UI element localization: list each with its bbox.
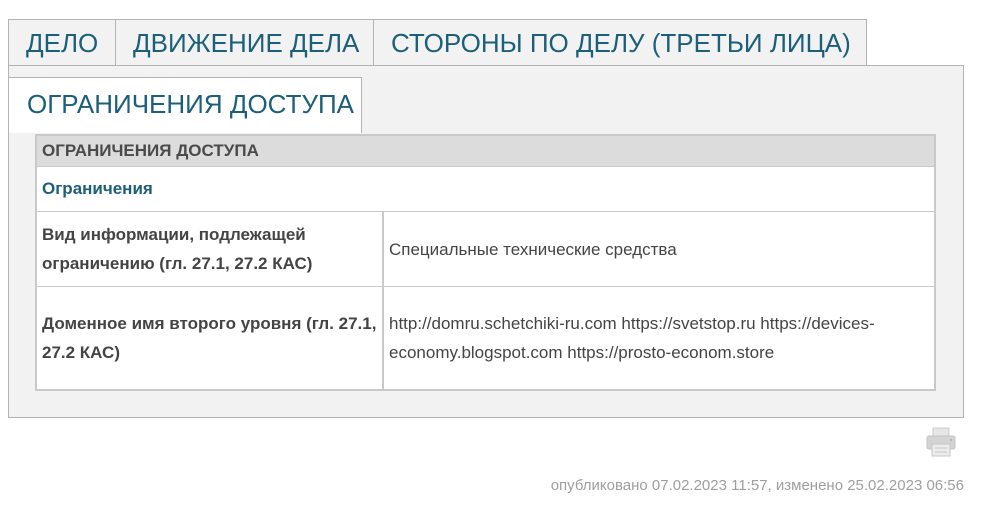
publication-meta: опубликовано 07.02.2023 11:57, изменено … (550, 477, 964, 494)
tab-dvizhenie-dela[interactable]: ДВИЖЕНИЕ ДЕЛА (115, 19, 374, 66)
tab-ogranicheniya-dostupa[interactable]: ОГРАНИЧЕНИЯ ДОСТУПА (8, 77, 362, 133)
tab-delo[interactable]: ДЕЛО (8, 19, 116, 66)
table-row: Вид информации, подлежащей ограничению (… (37, 212, 934, 287)
row-value-info-type: Специальные технические средства (389, 239, 677, 259)
row-label-domain-name: Доменное имя второго уровня (гл. 27.1, 2… (37, 287, 384, 389)
table-header: ОГРАНИЧЕНИЯ ДОСТУПА (37, 136, 934, 167)
printer-icon[interactable] (925, 427, 957, 457)
table-row: Доменное имя второго уровня (гл. 27.1, 2… (37, 287, 934, 389)
restrictions-table: ОГРАНИЧЕНИЯ ДОСТУПА Ограничения Вид инфо… (35, 134, 936, 391)
row-label-info-type: Вид информации, подлежащей ограничению (… (37, 212, 384, 286)
row-value-domain-name: http://domru.schetchiki-ru.com https://s… (389, 314, 875, 362)
table-subheader: Ограничения (37, 167, 934, 212)
tab-storony-po-delu[interactable]: СТОРОНЫ ПО ДЕЛУ (ТРЕТЬИ ЛИЦА) (373, 19, 867, 66)
